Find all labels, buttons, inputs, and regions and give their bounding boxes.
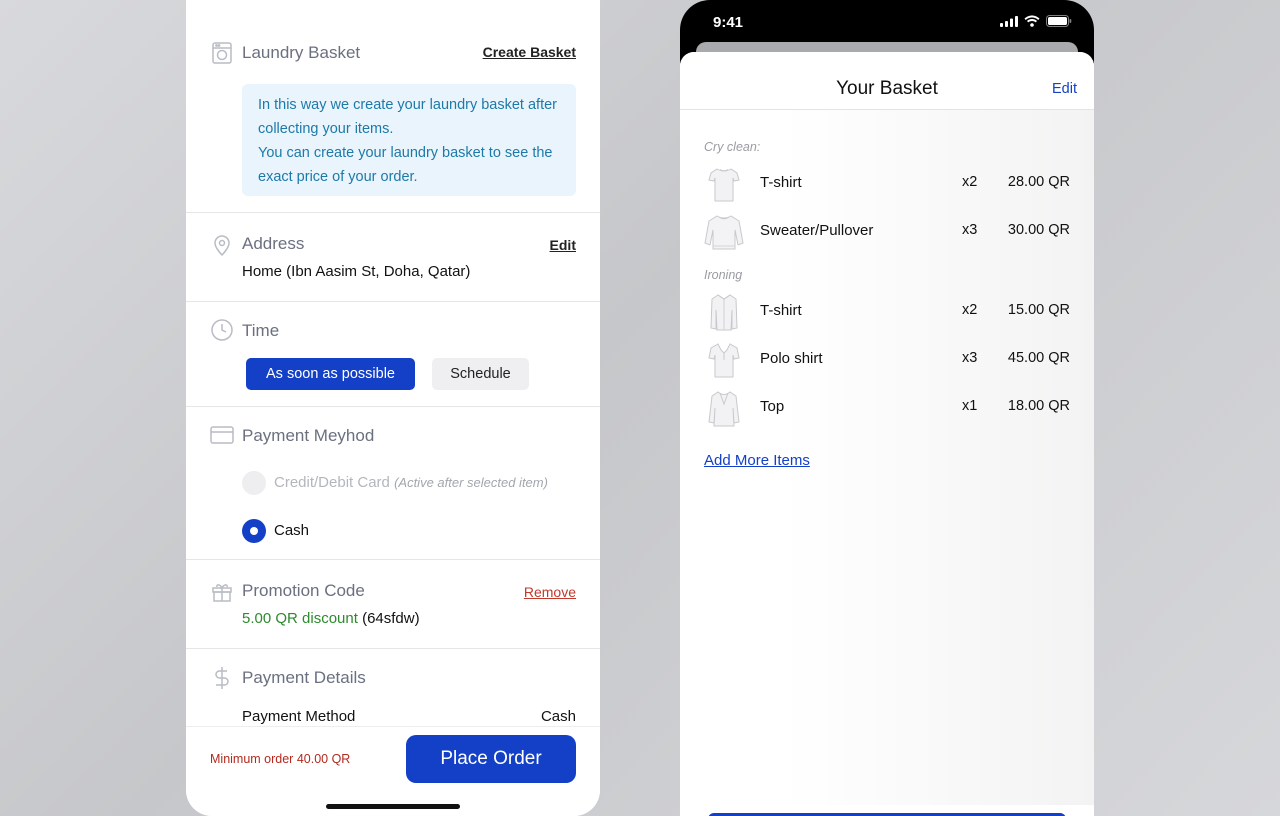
basket-item-row[interactable]: Top x1 18.00 QR bbox=[704, 386, 1070, 430]
item-name: Sweater/Pullover bbox=[760, 222, 874, 239]
payment-method-label: Payment Method bbox=[242, 708, 356, 725]
basket-info-line-1: In this way we create your laundry baske… bbox=[258, 97, 558, 137]
sheet-header: Your Basket Edit bbox=[680, 52, 1094, 110]
category-label: Ironing bbox=[704, 268, 743, 282]
sheet-title: Your Basket bbox=[836, 78, 938, 99]
blouse-icon bbox=[704, 388, 744, 428]
address-section: Address Edit bbox=[186, 213, 600, 302]
time-title: Time bbox=[242, 321, 280, 340]
payment-details-title: Payment Details bbox=[242, 668, 366, 687]
laundry-basket-title: Laundry Basket bbox=[242, 43, 361, 62]
item-price: 18.00 QR bbox=[1007, 398, 1070, 414]
promo-line: 5.00 QR discount (64sfdw) bbox=[242, 610, 420, 627]
card-option-label[interactable]: Credit/Debit Card (Active after selected… bbox=[274, 474, 548, 491]
card-radio[interactable] bbox=[242, 471, 266, 495]
checkout-footer: Minimum order 40.00 QR Place Order bbox=[186, 726, 600, 816]
item-price: 28.00 QR bbox=[1007, 174, 1070, 190]
sweater-icon bbox=[704, 212, 744, 252]
promo-code: (64sfdw) bbox=[362, 610, 420, 627]
schedule-option-button[interactable]: Schedule bbox=[432, 358, 529, 390]
payment-method-value: Cash bbox=[540, 708, 576, 725]
basket-info-line-2: You can create your laundry basket to se… bbox=[258, 145, 553, 185]
credit-card-icon bbox=[210, 423, 234, 447]
basket-item-row[interactable]: T-shirt x2 15.00 QR bbox=[704, 290, 1070, 334]
item-qty: x3 bbox=[962, 222, 978, 238]
create-basket-link[interactable]: Create Basket bbox=[483, 44, 576, 60]
item-name: T-shirt bbox=[760, 302, 802, 319]
basket-item-row[interactable]: Sweater/Pullover x3 30.00 QR bbox=[704, 210, 1070, 254]
basket-info-box: In this way we create your laundry baske… bbox=[242, 84, 576, 196]
card-note: (Active after selected item) bbox=[394, 475, 548, 490]
payment-method-title: Payment Meyhod bbox=[242, 426, 375, 445]
item-qty: x3 bbox=[962, 350, 978, 366]
payment-method-row: Payment Method Cash bbox=[242, 708, 576, 725]
sheet-edit-link[interactable]: Edit bbox=[1052, 81, 1077, 97]
home-indicator bbox=[326, 804, 460, 809]
basket-sheet: Your Basket Edit Cry clean: T-shirt x2 2… bbox=[680, 52, 1094, 816]
time-section: Time bbox=[186, 302, 600, 407]
dress-shirt-icon bbox=[704, 292, 744, 332]
promo-discount: 5.00 QR discount bbox=[242, 610, 358, 627]
signal-icon bbox=[1000, 15, 1018, 27]
category-label: Cry clean: bbox=[704, 140, 761, 154]
place-order-button[interactable]: Place Order bbox=[406, 735, 576, 783]
min-order-text: Minimum order 40.00 QR bbox=[210, 752, 351, 766]
promotion-section: Promotion Code Remove bbox=[186, 560, 600, 649]
dollar-icon bbox=[210, 666, 234, 690]
item-price: 30.00 QR bbox=[1007, 222, 1070, 238]
location-pin-icon bbox=[210, 233, 234, 257]
item-qty: x2 bbox=[962, 302, 978, 318]
item-name: Polo shirt bbox=[760, 350, 823, 367]
cash-radio[interactable] bbox=[242, 519, 266, 543]
status-time: 9:41 bbox=[713, 14, 744, 31]
basket-phone: 9:41 Your Basket Edit Cry clean: T-shirt… bbox=[680, 0, 1094, 816]
polo-shirt-icon bbox=[704, 340, 744, 380]
item-qty: x1 bbox=[962, 398, 978, 414]
item-name: Top bbox=[760, 398, 785, 415]
item-price: 15.00 QR bbox=[1007, 302, 1070, 318]
checkout-screen: Laundry Basket Create Basket In this way… bbox=[186, 0, 600, 816]
tshirt-icon bbox=[704, 164, 744, 204]
item-qty: x2 bbox=[962, 174, 978, 190]
battery-icon bbox=[1046, 15, 1072, 27]
clock-icon bbox=[210, 318, 234, 342]
gift-icon bbox=[210, 580, 234, 604]
remove-promo-link[interactable]: Remove bbox=[524, 584, 576, 600]
edit-address-link[interactable]: Edit bbox=[550, 237, 576, 253]
washing-machine-icon bbox=[210, 41, 234, 65]
address-title: Address bbox=[242, 234, 305, 253]
laundry-basket-section: Laundry Basket Create Basket In this way… bbox=[186, 0, 600, 213]
basket-item-row[interactable]: Polo shirt x3 45.00 QR bbox=[704, 338, 1070, 382]
add-more-items-link[interactable]: Add More Items bbox=[704, 452, 810, 469]
card-label-text: Credit/Debit Card bbox=[274, 474, 390, 491]
wifi-icon bbox=[1024, 15, 1040, 27]
asap-option-button[interactable]: As soon as possible bbox=[246, 358, 415, 390]
cash-option-label[interactable]: Cash bbox=[274, 522, 309, 539]
item-price: 45.00 QR bbox=[1007, 350, 1070, 366]
item-name: T-shirt bbox=[760, 174, 802, 191]
promotion-title: Promotion Code bbox=[242, 581, 365, 600]
basket-item-row[interactable]: T-shirt x2 28.00 QR bbox=[704, 162, 1070, 206]
status-icons bbox=[1000, 15, 1072, 27]
address-value: Home (Ibn Aasim St, Doha, Qatar) bbox=[242, 263, 471, 280]
